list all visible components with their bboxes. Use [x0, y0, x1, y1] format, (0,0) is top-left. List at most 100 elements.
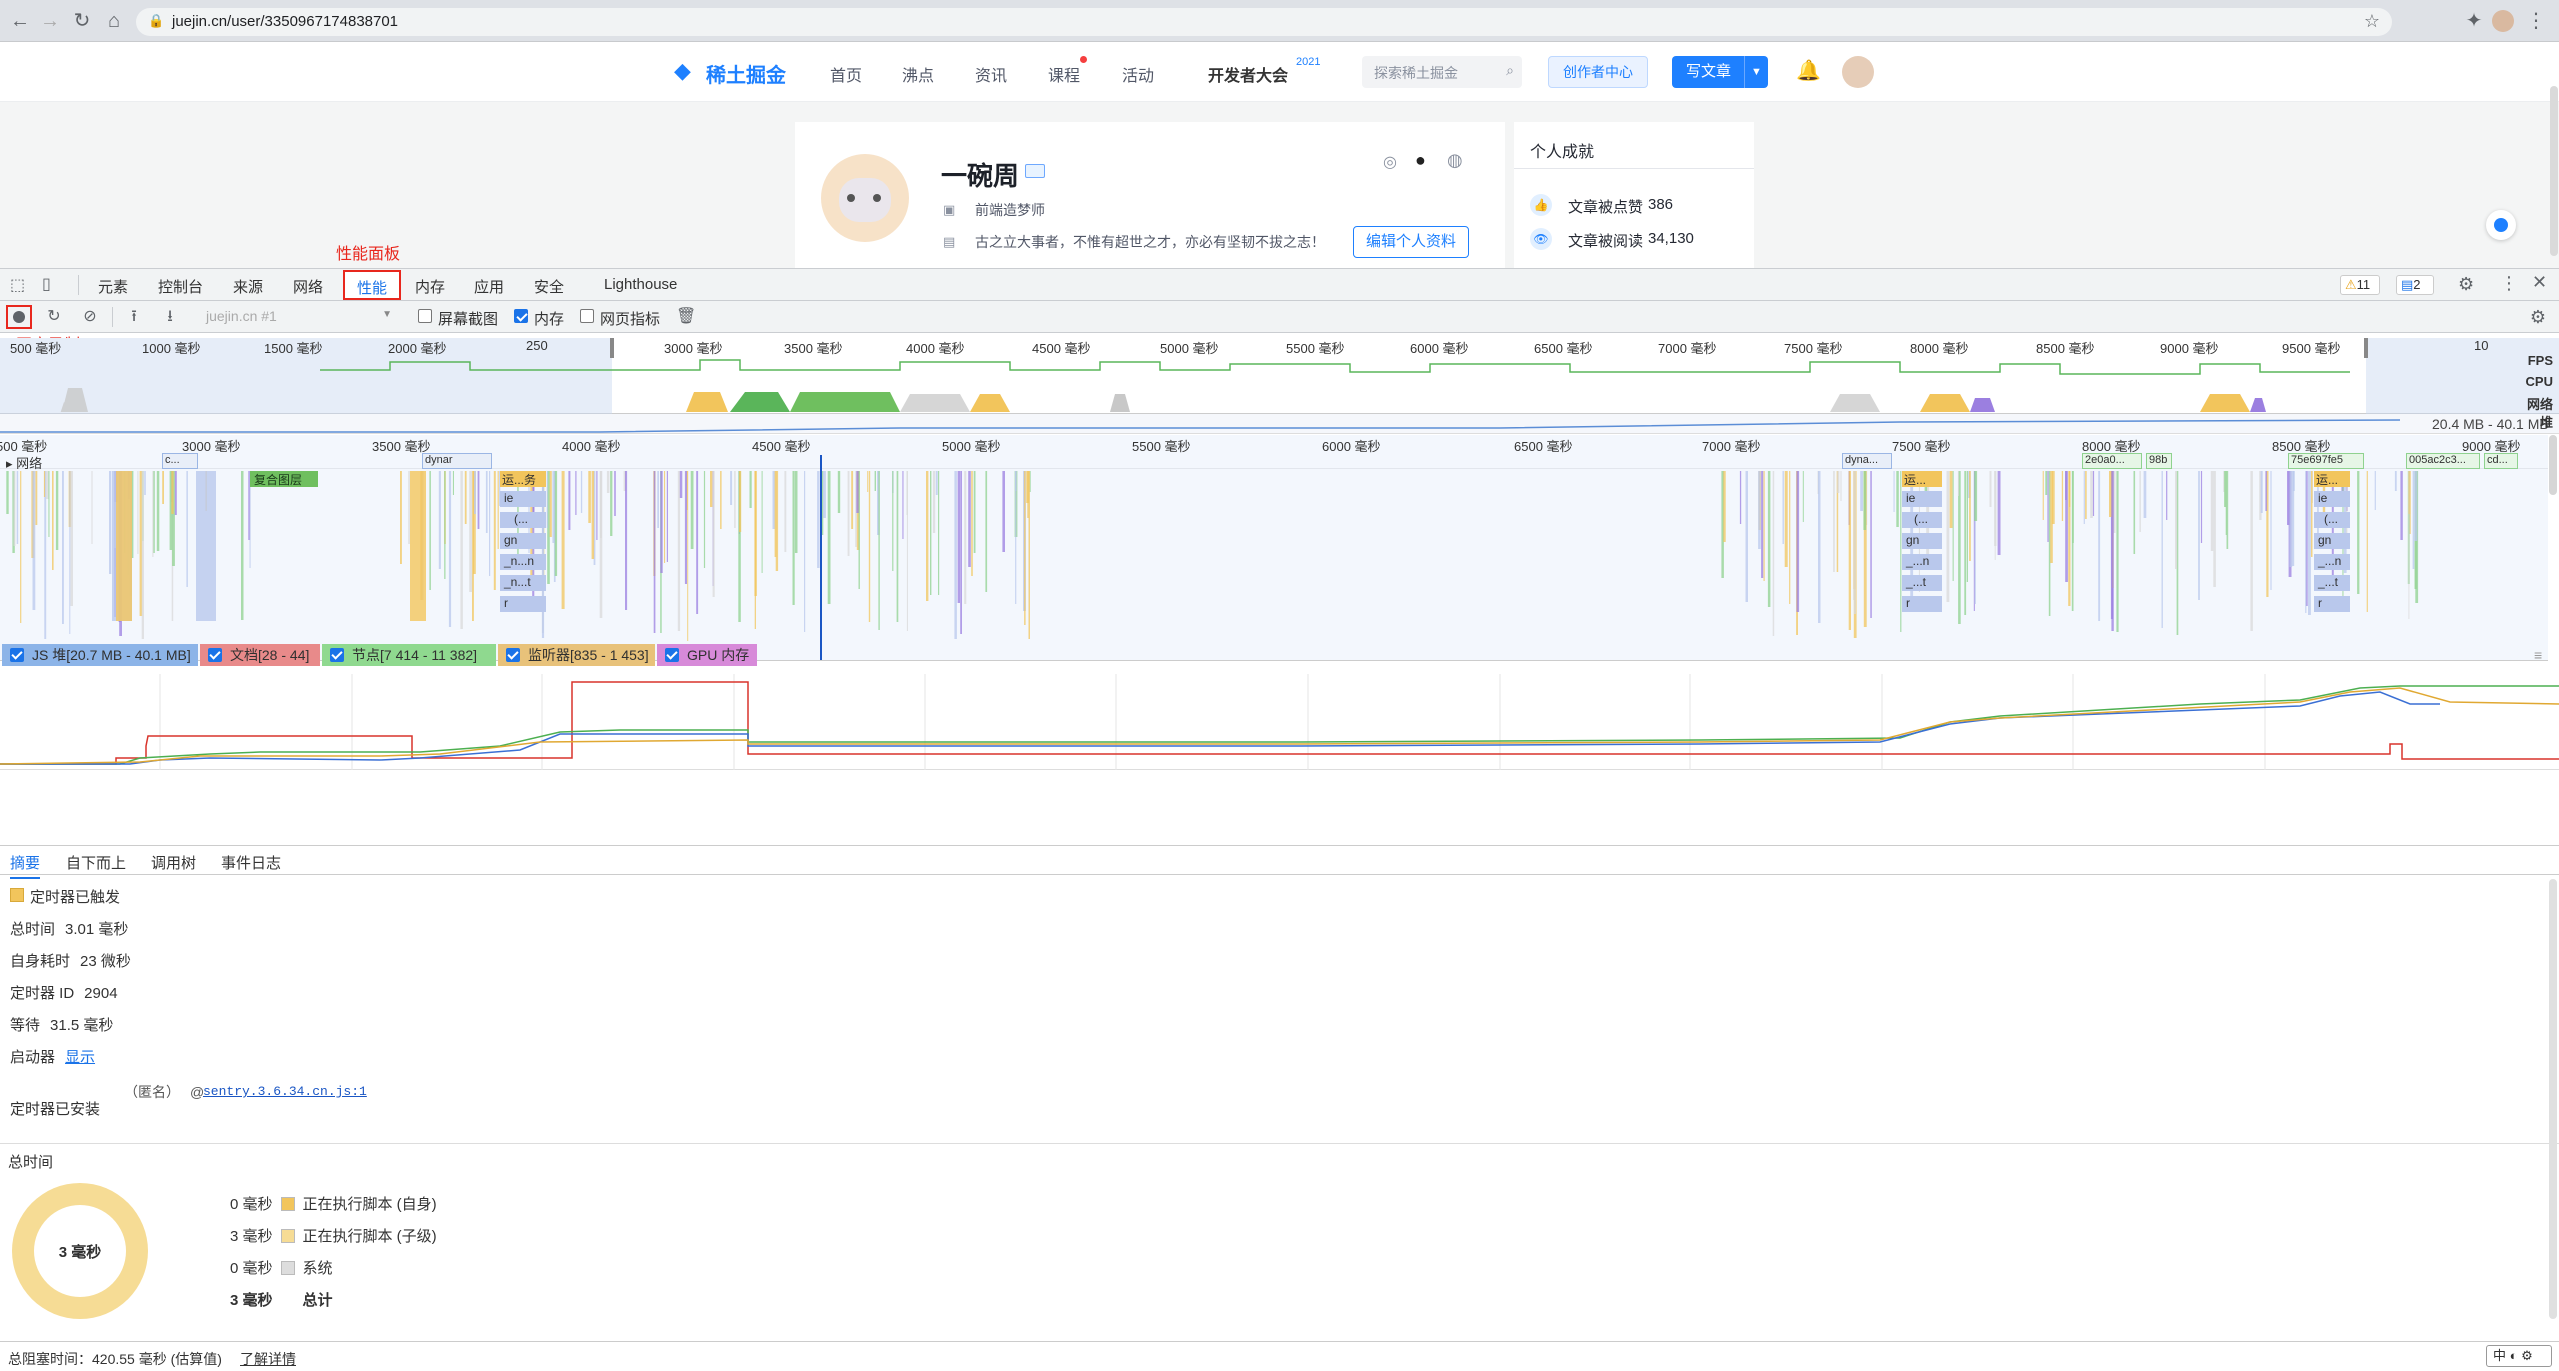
flame-bar[interactable]	[2308, 471, 2311, 615]
tab-call-tree[interactable]: 调用树	[151, 852, 196, 873]
flame-bar[interactable]	[2414, 471, 2418, 541]
back-icon[interactable]: ←	[8, 9, 32, 33]
flame-bar[interactable]	[2198, 471, 2200, 600]
tab-application[interactable]: 应用	[474, 276, 504, 297]
flame-bar[interactable]	[837, 471, 841, 513]
flame-bar[interactable]	[1952, 471, 1954, 581]
tab-performance[interactable]: 性能	[343, 270, 401, 300]
flame-bar[interactable]	[653, 471, 656, 633]
flame-bar[interactable]	[1833, 471, 1835, 572]
legend-checkbox[interactable]	[330, 648, 344, 662]
flame-bar[interactable]	[926, 471, 929, 601]
flame-bar[interactable]	[1848, 471, 1851, 630]
flame-bar[interactable]	[2139, 471, 2141, 532]
legend-checkbox[interactable]	[10, 648, 24, 662]
inspect-icon[interactable]: ⬚	[10, 275, 25, 295]
messages-badge[interactable]: ▤2	[2396, 275, 2434, 295]
clear-icon[interactable]: ⊘	[80, 307, 100, 327]
flame-bar[interactable]	[69, 471, 71, 634]
flame-bar[interactable]	[2305, 471, 2307, 613]
legend-item[interactable]: 监听器[835 - 1 453]	[498, 644, 655, 666]
flame-bar[interactable]	[1818, 471, 1821, 623]
flame-bar[interactable]	[469, 471, 473, 592]
flame-bar[interactable]	[677, 471, 681, 631]
flame-bar[interactable]	[489, 471, 491, 576]
tab-console[interactable]: 控制台	[158, 276, 203, 297]
legend-item[interactable]: 节点[7 414 - 11 382]	[322, 644, 496, 666]
flame-bar[interactable]	[2412, 471, 2415, 569]
legend-item[interactable]: JS 堆[20.7 MB - 40.1 MB]	[2, 644, 198, 666]
flame-bar[interactable]	[660, 471, 663, 573]
flame-bar[interactable]	[599, 471, 602, 538]
flame-bar[interactable]	[460, 471, 463, 629]
flame-bar[interactable]	[1837, 471, 1840, 493]
flame-bar[interactable]	[906, 471, 908, 631]
page-scrollbar[interactable]	[2550, 86, 2558, 256]
globe-icon[interactable]: ◍	[1447, 150, 1463, 171]
flame-bar[interactable]	[1853, 471, 1856, 614]
settings-gear-icon[interactable]: ⚙	[2458, 274, 2474, 295]
address-bar[interactable]: 🔒 juejin.cn/user/3350967174838701 ☆	[136, 8, 2392, 36]
flame-bar[interactable]	[938, 471, 940, 595]
flame-bar[interactable]	[823, 471, 826, 518]
trash-icon[interactable]: 🗑	[676, 307, 696, 327]
tab-memory[interactable]: 内存	[415, 276, 445, 297]
flame-bar[interactable]	[971, 471, 973, 576]
nav-pins[interactable]: 沸点	[902, 62, 934, 86]
forward-icon[interactable]: →	[38, 9, 62, 33]
edit-profile-button[interactable]: 编辑个人资料	[1353, 226, 1469, 258]
profile-avatar[interactable]	[2492, 10, 2514, 32]
flame-bar[interactable]	[1989, 471, 1992, 507]
capture-settings-gear-icon[interactable]: ⚙	[2528, 307, 2548, 327]
record-button[interactable]	[6, 305, 32, 329]
write-article-button[interactable]: 写文章 ▼	[1672, 56, 1768, 88]
network-track[interactable]: ▸ 网络 c... dynar dyna... 2e0a0... 98b 75e…	[0, 453, 2548, 471]
flame-bar[interactable]	[2048, 471, 2051, 616]
flame-bar[interactable]	[1761, 471, 1764, 578]
flame-bar[interactable]	[684, 471, 687, 584]
flame-bar[interactable]	[2366, 471, 2368, 612]
flame-bar[interactable]	[580, 471, 583, 513]
flame-bar[interactable]	[2161, 471, 2163, 628]
tab-sources[interactable]: 来源	[233, 276, 263, 297]
screenshots-checkbox[interactable]	[418, 309, 432, 323]
flame-bar[interactable]	[625, 471, 628, 610]
flame-bar[interactable]	[703, 471, 706, 568]
flame-bar[interactable]	[43, 471, 46, 497]
flame-bar[interactable]	[954, 471, 957, 639]
flame-bar[interactable]	[1782, 471, 1784, 544]
tab-bottom-up[interactable]: 自下而上	[66, 852, 126, 873]
nav-activity[interactable]: 活动	[1122, 62, 1154, 86]
flame-bar[interactable]	[116, 471, 132, 621]
flame-bar[interactable]	[720, 471, 722, 529]
flame-bar[interactable]	[2111, 471, 2114, 631]
flame-bar[interactable]	[1957, 471, 1959, 496]
flame-bar[interactable]	[690, 471, 694, 549]
flame-bar[interactable]	[91, 471, 93, 544]
flame-bar[interactable]	[438, 471, 441, 569]
flame-bar[interactable]	[2045, 471, 2048, 495]
flame-bar[interactable]	[739, 471, 742, 532]
flame-bar[interactable]	[794, 471, 798, 553]
memory-checkbox[interactable]	[514, 309, 528, 323]
flame-bar[interactable]	[2250, 471, 2253, 631]
flame-bar[interactable]	[2289, 471, 2293, 567]
net-item[interactable]: 98b	[2146, 453, 2172, 469]
flame-bar[interactable]	[196, 471, 216, 621]
nav-home[interactable]: 首页	[830, 62, 862, 86]
timeline-overview[interactable]: 500 毫秒 1000 毫秒 1500 毫秒 2000 毫秒 250 3000 毫秒 350…	[0, 338, 2559, 414]
flame-bar[interactable]	[804, 471, 806, 632]
flame-bar[interactable]	[1860, 471, 1863, 511]
flame-bar[interactable]	[561, 471, 565, 609]
flame-bar[interactable]	[1946, 471, 1950, 602]
flame-bar[interactable]	[964, 471, 967, 604]
flame-bar[interactable]	[2311, 471, 2313, 557]
flame-bar[interactable]	[2133, 471, 2136, 554]
flame-bar[interactable]	[858, 471, 860, 589]
flame-bar[interactable]	[16, 471, 19, 544]
weibo-icon[interactable]: ◎	[1383, 152, 1397, 172]
installed-source-link[interactable]: sentry.3.6.34.cn.js:1	[203, 1084, 367, 1099]
flame-bar[interactable]	[2042, 471, 2044, 520]
flame-bar[interactable]	[1723, 471, 1726, 542]
more-options-icon[interactable]: ⋮	[2500, 273, 2518, 294]
